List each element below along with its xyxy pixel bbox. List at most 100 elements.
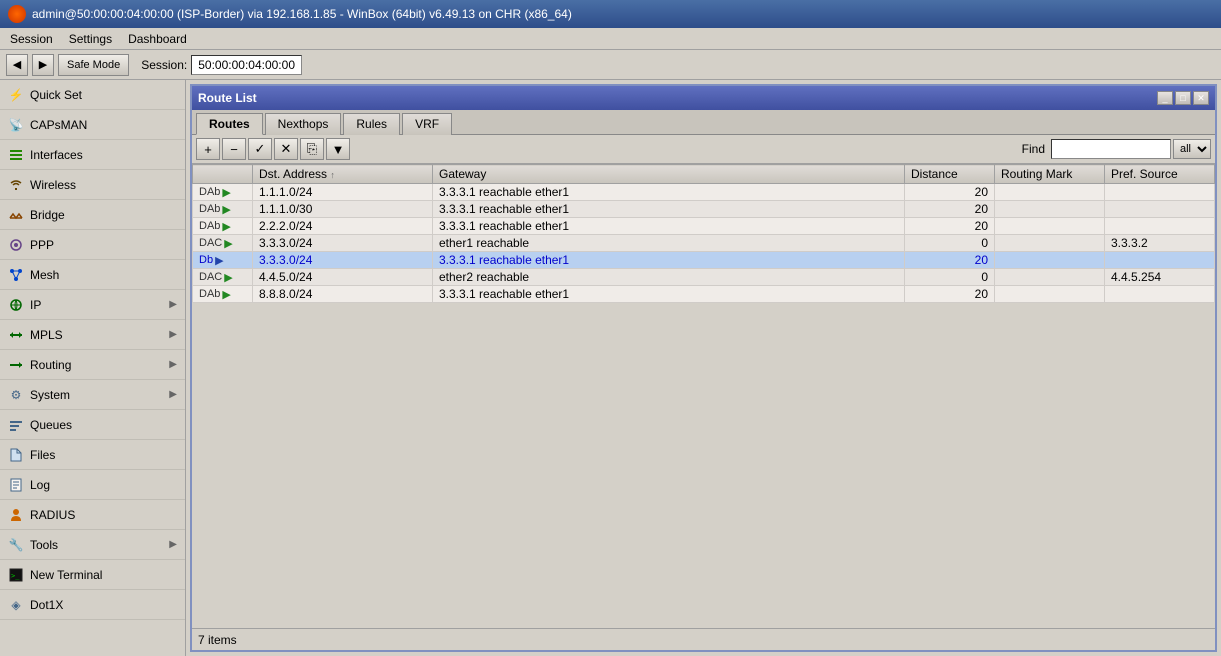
col-pref-source[interactable]: Pref. Source xyxy=(1105,165,1215,184)
tab-rules[interactable]: Rules xyxy=(343,113,400,135)
col-dst-address[interactable]: Dst. Address ↑ xyxy=(253,165,433,184)
cell-pref-source: 3.3.3.2 xyxy=(1105,235,1215,252)
cell-flags: DAC ▶ xyxy=(193,269,253,286)
cell-dst: 2.2.2.0/24 xyxy=(253,218,433,235)
quick-set-icon: ⚡ xyxy=(8,87,24,103)
cell-dst: 4.4.5.0/24 xyxy=(253,269,433,286)
cell-distance: 20 xyxy=(905,252,995,269)
tab-routes[interactable]: Routes xyxy=(196,113,263,135)
menu-session[interactable]: Session xyxy=(4,31,59,47)
sidebar-label-system: System xyxy=(30,388,163,402)
forward-button[interactable]: ▶ xyxy=(32,54,54,76)
route-arrow: ▶ xyxy=(224,271,232,284)
sidebar-item-ppp[interactable]: PPP xyxy=(0,230,185,260)
sidebar-item-queues[interactable]: Queues xyxy=(0,410,185,440)
sidebar-item-capsman[interactable]: 📡 CAPsMAN xyxy=(0,110,185,140)
cell-routing-mark xyxy=(995,201,1105,218)
menu-dashboard[interactable]: Dashboard xyxy=(122,31,193,47)
window-minimize-button[interactable]: _ xyxy=(1157,91,1173,105)
sidebar-item-quick-set[interactable]: ⚡ Quick Set xyxy=(0,80,185,110)
system-expand-arrow: ▶ xyxy=(169,389,177,400)
mesh-icon xyxy=(8,267,24,283)
sidebar-item-files[interactable]: Files xyxy=(0,440,185,470)
cell-flags: DAb ▶ xyxy=(193,184,253,201)
ip-icon xyxy=(8,297,24,313)
flags-text: DAb xyxy=(199,288,220,300)
tab-nexthops[interactable]: Nexthops xyxy=(265,113,342,135)
bridge-icon xyxy=(8,207,24,223)
find-select[interactable]: all xyxy=(1173,139,1211,159)
cell-gateway: ether2 reachable xyxy=(433,269,905,286)
cell-dst: 1.1.1.0/30 xyxy=(253,201,433,218)
flags-text: DAC xyxy=(199,237,222,249)
back-button[interactable]: ◀ xyxy=(6,54,28,76)
sidebar-item-routing[interactable]: Routing ▶ xyxy=(0,350,185,380)
cell-gateway: ether1 reachable xyxy=(433,235,905,252)
safe-mode-button[interactable]: Safe Mode xyxy=(58,54,129,76)
sidebar-item-dot1x[interactable]: ◈ Dot1X xyxy=(0,590,185,620)
sidebar-label-files: Files xyxy=(30,448,177,462)
col-distance[interactable]: Distance xyxy=(905,165,995,184)
menu-settings[interactable]: Settings xyxy=(63,31,118,47)
window-titlebar: Route List _ □ ✕ xyxy=(192,86,1215,110)
cell-flags: DAb ▶ xyxy=(193,201,253,218)
add-route-button[interactable]: + xyxy=(196,138,220,160)
cross-route-button[interactable]: ✕ xyxy=(274,138,298,160)
table-row[interactable]: DAC ▶ 3.3.3.0/24 ether1 reachable 0 3.3.… xyxy=(193,235,1215,252)
cell-distance: 20 xyxy=(905,286,995,303)
col-routing-mark[interactable]: Routing Mark xyxy=(995,165,1105,184)
sidebar-label-ppp: PPP xyxy=(30,238,177,252)
route-arrow: ▶ xyxy=(215,254,223,267)
sidebar-label-routing: Routing xyxy=(30,358,163,372)
tab-vrf[interactable]: VRF xyxy=(402,113,452,135)
check-route-button[interactable]: ✓ xyxy=(248,138,272,160)
cell-flags: DAb ▶ xyxy=(193,286,253,303)
sidebar-item-system[interactable]: ⚙ System ▶ xyxy=(0,380,185,410)
flags-text: DAb xyxy=(199,203,220,215)
sidebar-label-queues: Queues xyxy=(30,418,177,432)
sidebar-item-mesh[interactable]: Mesh xyxy=(0,260,185,290)
sidebar-item-radius[interactable]: RADIUS xyxy=(0,500,185,530)
sidebar-item-new-terminal[interactable]: >_ New Terminal xyxy=(0,560,185,590)
cell-routing-mark xyxy=(995,235,1105,252)
sidebar-label-mpls: MPLS xyxy=(30,328,163,342)
window-close-button[interactable]: ✕ xyxy=(1193,91,1209,105)
find-label: Find xyxy=(1022,142,1045,156)
remove-route-button[interactable]: − xyxy=(222,138,246,160)
sidebar-item-bridge[interactable]: Bridge xyxy=(0,200,185,230)
sidebar-item-interfaces[interactable]: Interfaces xyxy=(0,140,185,170)
copy-route-button[interactable]: ⎘ xyxy=(300,138,324,160)
cell-distance: 20 xyxy=(905,218,995,235)
table-header-row: Dst. Address ↑ Gateway Distance Routing … xyxy=(193,165,1215,184)
table-row[interactable]: DAC ▶ 4.4.5.0/24 ether2 reachable 0 4.4.… xyxy=(193,269,1215,286)
cell-gateway: 3.3.3.1 reachable ether1 xyxy=(433,252,905,269)
sidebar-item-log[interactable]: Log xyxy=(0,470,185,500)
col-flags xyxy=(193,165,253,184)
sidebar-label-new-terminal: New Terminal xyxy=(30,568,177,582)
cell-distance: 20 xyxy=(905,201,995,218)
interfaces-icon xyxy=(8,147,24,163)
svg-text:>_: >_ xyxy=(11,572,20,580)
title-bar-text: admin@50:00:00:04:00:00 (ISP-Border) via… xyxy=(32,7,572,21)
content-area: Route List _ □ ✕ Routes Nexthops Rules V… xyxy=(186,80,1221,656)
sidebar-item-ip[interactable]: IP ▶ xyxy=(0,290,185,320)
filter-route-button[interactable]: ▼ xyxy=(326,138,350,160)
ppp-icon xyxy=(8,237,24,253)
table-row[interactable]: DAb ▶ 2.2.2.0/24 3.3.3.1 reachable ether… xyxy=(193,218,1215,235)
cell-routing-mark xyxy=(995,184,1105,201)
table-row[interactable]: Db ▶ 3.3.3.0/24 3.3.3.1 reachable ether1… xyxy=(193,252,1215,269)
cell-routing-mark xyxy=(995,252,1105,269)
sidebar-item-tools[interactable]: 🔧 Tools ▶ xyxy=(0,530,185,560)
sidebar-label-quick-set: Quick Set xyxy=(30,88,177,102)
find-input[interactable] xyxy=(1051,139,1171,159)
sidebar-label-interfaces: Interfaces xyxy=(30,148,177,162)
cell-pref-source xyxy=(1105,201,1215,218)
col-gateway[interactable]: Gateway xyxy=(433,165,905,184)
table-row[interactable]: DAb ▶ 8.8.8.0/24 3.3.3.1 reachable ether… xyxy=(193,286,1215,303)
window-maximize-button[interactable]: □ xyxy=(1175,91,1191,105)
table-row[interactable]: DAb ▶ 1.1.1.0/24 3.3.3.1 reachable ether… xyxy=(193,184,1215,201)
table-row[interactable]: DAb ▶ 1.1.1.0/30 3.3.3.1 reachable ether… xyxy=(193,201,1215,218)
sidebar-item-mpls[interactable]: MPLS ▶ xyxy=(0,320,185,350)
sidebar-item-wireless[interactable]: Wireless xyxy=(0,170,185,200)
route-arrow: ▶ xyxy=(224,237,232,250)
